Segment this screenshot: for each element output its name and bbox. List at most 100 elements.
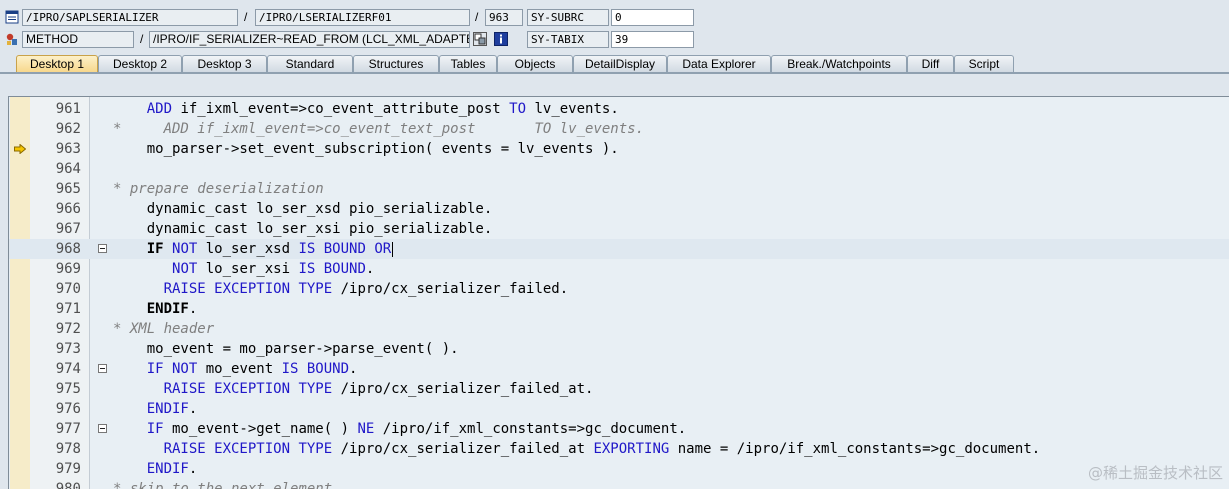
code-token: name = /ipro/if_xml_constants=>gc_docume… (669, 441, 1041, 457)
code-line[interactable]: 968 IF NOT lo_ser_xsd IS BOUND OR (9, 239, 1229, 259)
collapse-block-icon[interactable] (98, 364, 107, 373)
line-number: 970 (55, 281, 81, 297)
code-line[interactable]: 977 IF mo_event->get_name( ) NE /ipro/if… (9, 419, 1229, 439)
code-text: * skip to the next element (113, 479, 332, 489)
code-token: ENDIF (146, 301, 189, 317)
code-token: * XML header (113, 321, 215, 337)
code-line[interactable]: 978 RAISE EXCEPTION TYPE /ipro/cx_serial… (9, 439, 1229, 459)
code-line[interactable]: 971 ENDIF. (9, 299, 1229, 319)
code-token: TO (509, 101, 527, 117)
line-number: 976 (55, 401, 81, 417)
code-token: dynamic_cast lo_ser_xsd pio_serializable… (113, 201, 493, 217)
code-line[interactable]: 962 * ADD if_ixml_event=>co_event_text_po… (9, 119, 1229, 139)
code-text: * prepare deserialization (113, 179, 324, 199)
sy-subrc-value[interactable]: 0 (611, 9, 694, 26)
code-line[interactable]: 975 RAISE EXCEPTION TYPE /ipro/cx_serial… (9, 379, 1229, 399)
code-line[interactable]: 963 mo_parser->set_event_subscription( e… (9, 139, 1229, 159)
code-token: IF NOT (146, 361, 198, 377)
code-line[interactable]: 972 * XML header (9, 319, 1229, 339)
tab-desktop-2[interactable]: Desktop 2 (98, 55, 182, 73)
program-field[interactable]: /IPRO/SAPLSERIALIZER (22, 9, 238, 26)
code-token: . (365, 261, 375, 277)
line-number: 969 (55, 261, 81, 277)
code-line[interactable]: 970 RAISE EXCEPTION TYPE /ipro/cx_serial… (9, 279, 1229, 299)
code-token: NOT (172, 241, 198, 257)
header-row-program: /IPRO/SAPLSERIALIZER / /IPRO/LSERIALIZER… (0, 7, 1229, 29)
code-token: NE (357, 421, 375, 437)
code-token: IF (146, 241, 164, 257)
code-text: mo_event = mo_parser->parse_event( ). (113, 339, 459, 359)
code-token: RAISE EXCEPTION TYPE (163, 281, 333, 297)
desktop-tabs: Desktop 1 Desktop 2 Desktop 3 Standard Struc… (0, 53, 1229, 73)
tab-desktop-1[interactable]: Desktop 1 (16, 55, 98, 73)
tab-data-explorer[interactable]: Data Explorer (667, 55, 771, 73)
code-token: * skip to the next element (113, 481, 333, 489)
tab-detaildisplay[interactable]: DetailDisplay (573, 55, 667, 73)
tab-desktop-3[interactable]: Desktop 3 (182, 55, 267, 73)
code-text: ENDIF. (113, 399, 198, 419)
line-number-field[interactable]: 963 (485, 9, 523, 26)
code-line[interactable]: 980 * skip to the next element (9, 479, 1229, 489)
code-line[interactable]: 961 ADD if_ixml_event=>co_event_attribut… (9, 99, 1229, 119)
line-number: 978 (55, 441, 81, 457)
code-token: . (188, 461, 198, 477)
code-line[interactable]: 969 NOT lo_ser_xsi IS BOUND. (9, 259, 1229, 279)
source-code-editor[interactable]: 961 ADD if_ixml_event=>co_event_attribut… (8, 96, 1229, 489)
include-field[interactable]: /IPRO/LSERIALIZERF01 (255, 9, 470, 26)
code-text: IF mo_event->get_name( ) NE /ipro/if_xml… (113, 419, 686, 439)
code-token: ENDIF (146, 461, 189, 477)
sy-tabix-value[interactable]: 39 (611, 31, 694, 48)
sy-tabix-label: SY-TABIX (527, 31, 609, 48)
code-line[interactable]: 965 * prepare deserialization (9, 179, 1229, 199)
debugger-header: /IPRO/SAPLSERIALIZER / /IPRO/LSERIALIZER… (0, 0, 1229, 54)
line-number: 973 (55, 341, 81, 357)
code-token: ADD (146, 101, 173, 117)
code-line[interactable]: 974 IF NOT mo_event IS BOUND. (9, 359, 1229, 379)
code-text: NOT lo_ser_xsi IS BOUND. (113, 259, 374, 279)
code-token: IS BOUND (281, 361, 350, 377)
line-number: 971 (55, 301, 81, 317)
code-token: lo_ser_xsi (197, 261, 299, 277)
code-line[interactable]: 964 (9, 159, 1229, 179)
code-token: mo_event = mo_parser->parse_event( ). (113, 341, 459, 357)
tab-break-watchpoints[interactable]: Break./Watchpoints (771, 55, 907, 73)
code-token: NOT (172, 261, 198, 277)
info-icon[interactable] (494, 32, 508, 46)
code-token: /ipro/if_xml_constants=>gc_document. (374, 421, 687, 437)
event-type-field[interactable]: METHOD (22, 31, 134, 48)
code-token: EXPORTING (593, 441, 670, 457)
tab-structures[interactable]: Structures (353, 55, 439, 73)
line-number: 979 (55, 461, 81, 477)
navigate-source-icon[interactable] (473, 32, 487, 46)
code-line[interactable]: 967 dynamic_cast lo_ser_xsi pio_serializ… (9, 219, 1229, 239)
code-token: RAISE EXCEPTION TYPE (163, 441, 333, 457)
collapse-block-icon[interactable] (98, 424, 107, 433)
tab-tables[interactable]: Tables (439, 55, 497, 73)
line-number: 961 (55, 101, 81, 117)
code-line[interactable]: 966 dynamic_cast lo_ser_xsd pio_serializ… (9, 199, 1229, 219)
line-number: 967 (55, 221, 81, 237)
tab-diff[interactable]: Diff (907, 55, 954, 73)
text-cursor (392, 241, 394, 257)
code-token: lv_events. (526, 101, 619, 117)
event-name-field[interactable]: /IPRO/IF_SERIALIZER~READ_FROM (LCL_XML_A… (149, 31, 470, 48)
tab-objects[interactable]: Objects (497, 55, 573, 73)
code-text: * ADD if_ixml_event=>co_event_text_post … (113, 119, 644, 139)
code-line[interactable]: 973 mo_event = mo_parser->parse_event( )… (9, 339, 1229, 359)
tab-script[interactable]: Script (954, 55, 1014, 73)
code-line[interactable]: 976 ENDIF. (9, 399, 1229, 419)
code-token: RAISE EXCEPTION TYPE (163, 381, 333, 397)
code-text: IF NOT lo_ser_xsd IS BOUND OR (113, 239, 394, 259)
code-token: ENDIF (146, 401, 189, 417)
tab-standard[interactable]: Standard (267, 55, 353, 73)
collapse-block-icon[interactable] (98, 244, 107, 253)
code-line[interactable]: 979 ENDIF. (9, 459, 1229, 479)
